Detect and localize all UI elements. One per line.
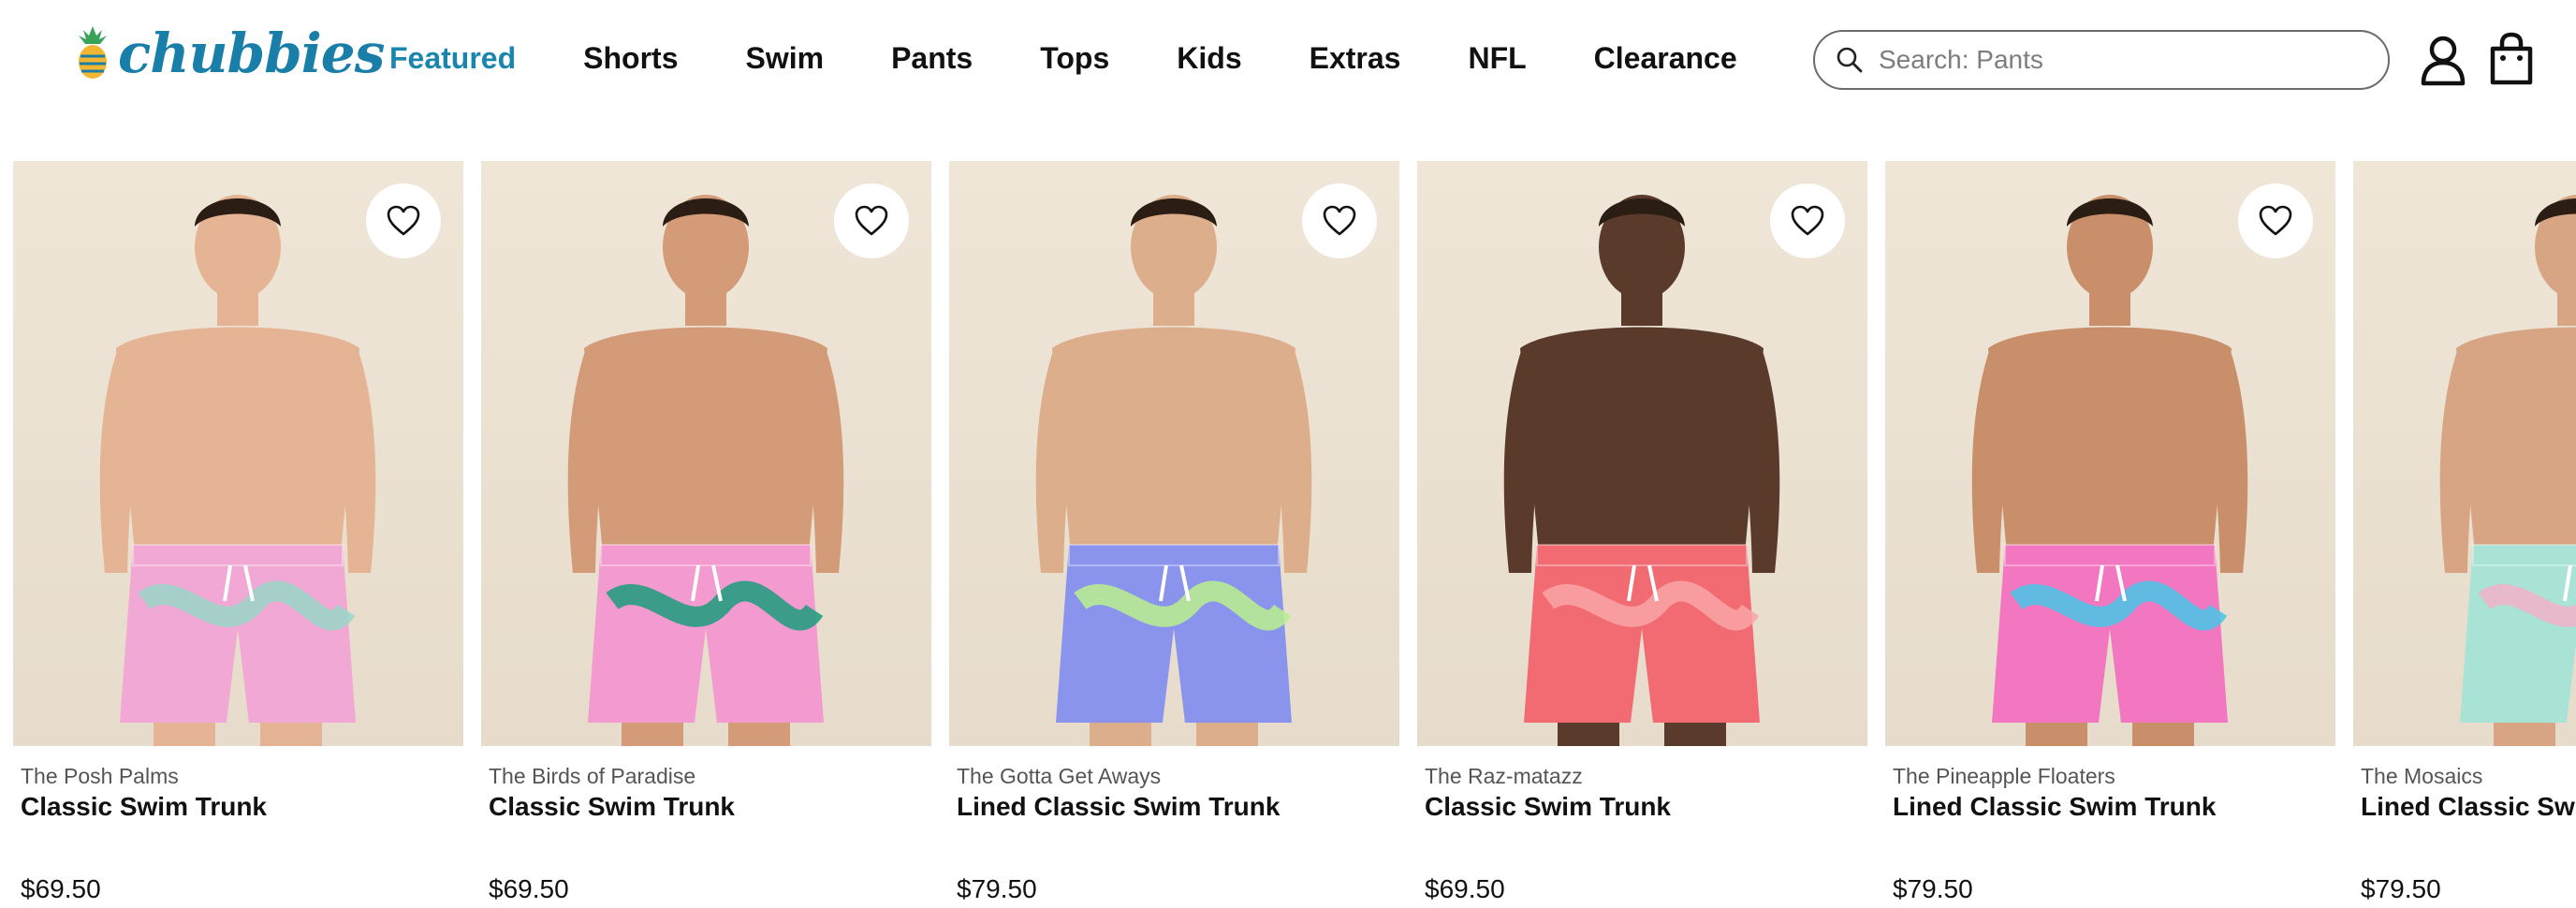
- product-card[interactable]: The Pineapple Floaters Lined Classic Swim…: [1885, 161, 2335, 908]
- brand-name: chubbies: [118, 22, 385, 85]
- nav-item-nfl[interactable]: NFL: [1468, 41, 1526, 76]
- product-image[interactable]: [13, 161, 463, 746]
- nav-item-shorts[interactable]: Shorts: [583, 41, 678, 76]
- nav-item-kids[interactable]: Kids: [1177, 41, 1241, 76]
- wishlist-button[interactable]: [366, 183, 441, 258]
- product-image[interactable]: [1885, 161, 2335, 746]
- product-title[interactable]: Lined Classic Swim Trunk: [957, 792, 1280, 822]
- heart-icon: [1791, 205, 1824, 236]
- heart-icon: [855, 205, 888, 236]
- pineapple-icon: [79, 26, 107, 79]
- product-title[interactable]: Lined Classic Swim Trunk: [2361, 792, 2576, 822]
- product-print-name: The Pineapple Floaters: [1893, 764, 2115, 788]
- product-price: $69.50: [489, 874, 569, 903]
- product-price: $79.50: [2361, 874, 2441, 903]
- brand-logo[interactable]: chubbies: [71, 21, 385, 86]
- product-print-name: The Gotta Get Aways: [957, 764, 1162, 788]
- nav-item-pants[interactable]: Pants: [891, 41, 973, 76]
- product-title[interactable]: Classic Swim Trunk: [1425, 792, 1671, 822]
- product-image[interactable]: [1417, 161, 1867, 746]
- product-price: $79.50: [1893, 874, 1973, 903]
- nav-item-extras[interactable]: Extras: [1310, 41, 1401, 76]
- product-card[interactable]: The Raz-matazz Classic Swim Trunk $69.50: [1417, 161, 1867, 908]
- nav-item-tops[interactable]: Tops: [1040, 41, 1109, 76]
- wishlist-button[interactable]: [1770, 183, 1845, 258]
- product-card[interactable]: The Posh Palms Classic Swim Trunk $69.50: [13, 161, 463, 908]
- product-title[interactable]: Lined Classic Swim Trunk: [1893, 792, 2216, 822]
- product-image[interactable]: [949, 161, 1399, 746]
- wishlist-button[interactable]: [1302, 183, 1377, 258]
- product-card[interactable]: The Birds of Paradise Classic Swim Trunk $…: [481, 161, 931, 908]
- search-input[interactable]: [1877, 44, 2364, 76]
- product-print-name: The Raz-matazz: [1425, 764, 1583, 788]
- product-card[interactable]: The Gotta Get Aways Lined Classic Swim Tr…: [949, 161, 1399, 908]
- product-price: $69.50: [1425, 874, 1505, 903]
- nav-item-clearance[interactable]: Clearance: [1594, 41, 1737, 76]
- product-image[interactable]: [481, 161, 931, 746]
- product-print-name: The Birds of Paradise: [489, 764, 696, 788]
- product-title[interactable]: Classic Swim Trunk: [489, 792, 735, 822]
- nav-item-featured[interactable]: Featured: [389, 41, 516, 76]
- product-image[interactable]: [2353, 161, 2576, 746]
- wishlist-button[interactable]: [2238, 183, 2313, 258]
- main-nav: Featured Shorts Swim Pants Tops Kids Ext…: [389, 36, 1737, 81]
- product-grid: The Posh Palms Classic Swim Trunk $69.50 Th…: [13, 161, 2576, 908]
- wishlist-button[interactable]: [834, 183, 909, 258]
- product-print-name: The Posh Palms: [21, 764, 179, 788]
- heart-icon: [2259, 205, 2292, 236]
- site-header: chubbies Featured Shorts Swim Pants Tops…: [0, 0, 2576, 116]
- heart-icon: [387, 205, 420, 236]
- nav-item-swim[interactable]: Swim: [745, 41, 824, 76]
- product-price: $79.50: [957, 874, 1037, 903]
- shopping-bag-icon: [2490, 32, 2533, 85]
- account-button[interactable]: [2419, 34, 2467, 86]
- search-icon: [1837, 47, 1863, 73]
- product-price: $69.50: [21, 874, 101, 903]
- product-print-name: The Mosaics: [2361, 764, 2483, 788]
- user-icon: [2421, 36, 2466, 86]
- search-box[interactable]: [1813, 30, 2390, 90]
- product-title[interactable]: Classic Swim Trunk: [21, 792, 267, 822]
- product-card[interactable]: The Mosaics Lined Classic Swim Trunk $79.5…: [2353, 161, 2576, 908]
- cart-button[interactable]: [2488, 32, 2535, 86]
- heart-icon: [1323, 205, 1356, 236]
